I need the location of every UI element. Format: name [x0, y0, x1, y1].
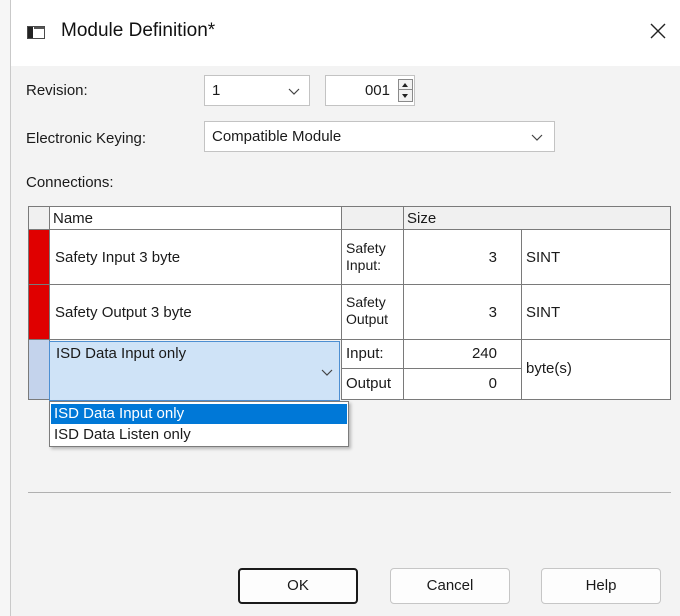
connections-label: Connections: — [26, 174, 114, 191]
cancel-button[interactable]: Cancel — [390, 568, 510, 604]
title-bar: Module Definition* — [11, 0, 680, 66]
row-marker-safety-input — [28, 229, 50, 285]
background-edge — [0, 0, 10, 616]
header-corner — [28, 206, 50, 230]
connection-size-cell: 3 — [403, 229, 522, 285]
connection-dropdown-list: ISD Data Input only ISD Data Listen only — [49, 401, 349, 447]
connection-size-cell: 3 — [403, 284, 522, 340]
revision-major-select[interactable]: 1 — [204, 75, 310, 106]
help-button[interactable]: Help — [541, 568, 661, 604]
revision-minor-value: 001 — [364, 82, 390, 99]
revision-major-value: 1 — [212, 82, 221, 99]
header-name-cell: Name — [49, 206, 342, 230]
row-marker-safety-output — [28, 284, 50, 340]
connection-unit: byte(s) — [526, 360, 572, 377]
connection-unit: SINT — [526, 304, 561, 321]
connection-size-cell: 0 — [403, 368, 522, 400]
connection-unit: SINT — [526, 249, 561, 266]
close-icon — [650, 23, 666, 39]
close-button[interactable] — [641, 14, 675, 48]
chevron-down-icon — [321, 369, 333, 376]
divider — [28, 492, 671, 493]
revision-minor-field[interactable]: 001 — [325, 75, 415, 106]
chevron-down-icon — [531, 134, 543, 141]
connection-unit-cell: byte(s) — [521, 339, 671, 400]
table-row[interactable]: Safety Input 3 byte — [49, 229, 342, 285]
connection-type-output: Output — [346, 375, 392, 392]
dropdown-option-input-only[interactable]: ISD Data Input only — [51, 404, 347, 424]
header-size: Size — [407, 210, 437, 227]
connection-unit-cell: SINT — [521, 229, 671, 285]
connection-name: Safety Input 3 byte — [55, 249, 181, 266]
window-icon — [27, 26, 45, 39]
module-definition-dialog: Module Definition* Revision: 1 001 Elect… — [10, 0, 680, 616]
connection-type-cell: Output — [341, 368, 404, 400]
electronic-keying-label: Electronic Keying: — [26, 130, 147, 147]
connection-type-cell: Safety Output — [341, 284, 404, 340]
ok-button[interactable]: OK — [238, 568, 358, 604]
connection-type-cell: Safety Input: — [341, 229, 404, 285]
connection-size-input: 240 — [471, 345, 497, 362]
connection-size-output: 0 — [488, 375, 497, 392]
connection-select-value: ISD Data Input only — [56, 345, 187, 362]
spin-down-icon[interactable] — [402, 94, 408, 98]
header-size-cell: Size — [403, 206, 671, 230]
connection-type-cell: Input: — [341, 339, 404, 369]
electronic-keying-value: Compatible Module — [212, 128, 342, 145]
electronic-keying-select[interactable]: Compatible Module — [204, 121, 555, 152]
connection-unit-cell: SINT — [521, 284, 671, 340]
header-name: Name — [53, 210, 94, 227]
connection-type: Safety Input: — [346, 240, 386, 273]
spin-up-icon[interactable] — [399, 80, 412, 90]
revision-label: Revision: — [26, 82, 88, 99]
header-type-cell — [341, 206, 404, 230]
dropdown-option-listen-only[interactable]: ISD Data Listen only — [51, 425, 347, 445]
table-row[interactable]: Safety Output 3 byte — [49, 284, 342, 340]
window-title: Module Definition* — [61, 20, 216, 41]
connection-type-input: Input: — [346, 345, 384, 362]
connection-size-cell: 240 — [403, 339, 522, 369]
connection-type-select[interactable]: ISD Data Input only — [49, 341, 340, 401]
connection-name: Safety Output 3 byte — [55, 304, 192, 321]
connection-type: Safety Output — [346, 294, 389, 327]
connection-size: 3 — [488, 249, 497, 266]
connection-size: 3 — [488, 304, 497, 321]
row-marker-isd-data — [28, 339, 50, 400]
revision-minor-spinner[interactable] — [398, 79, 413, 102]
chevron-down-icon — [288, 88, 300, 95]
